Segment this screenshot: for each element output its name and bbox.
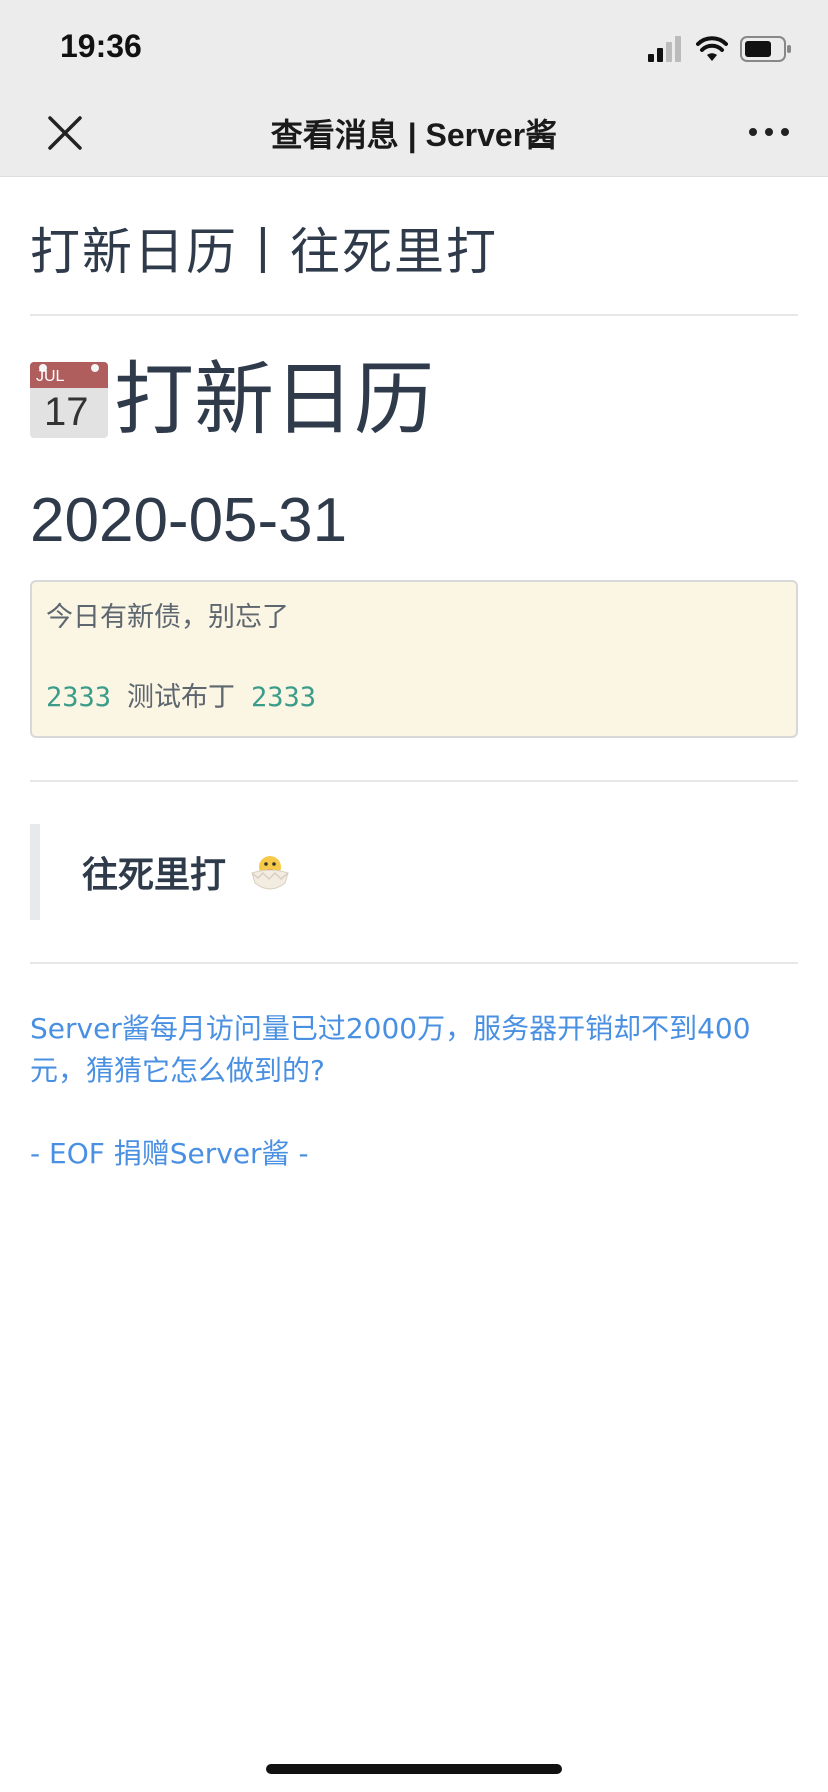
home-indicator[interactable]	[266, 1764, 562, 1774]
page-title: 查看消息 | Server酱	[270, 117, 558, 153]
notice-text: 今日有新债，别忘了	[46, 602, 289, 633]
quote-content: 往死里打	[82, 846, 293, 898]
more-icon[interactable]	[748, 120, 790, 144]
bond-row: 2333 测试布丁 2333	[46, 678, 782, 718]
status-icons	[648, 34, 792, 64]
status-bar: 19:36	[0, 0, 828, 90]
notice-box: 今日有新债，别忘了 2333 测试布丁 2333	[30, 580, 798, 738]
message-heading-text: 打新日历	[114, 353, 434, 446]
wifi-icon	[696, 36, 728, 61]
message-date: 2020-05-31	[30, 486, 348, 555]
status-time: 19:36	[60, 28, 142, 64]
message-content: 打新日历丨往死里打 JUL 17 打新日历 2020-05-31 今日有新债，别…	[30, 176, 798, 1172]
bond-code-secondary: 2333	[251, 682, 317, 713]
promo-link[interactable]: Server酱每月访问量已过2000万，服务器开销却不到400元，猜猜它怎么做到…	[30, 1008, 798, 1092]
message-heading: JUL 17 打新日历	[30, 360, 798, 440]
divider	[30, 962, 798, 964]
close-icon[interactable]	[44, 112, 86, 154]
battery-icon	[740, 36, 791, 62]
calendar-month: JUL	[36, 368, 65, 385]
donate-link[interactable]: - EOF 捐赠Server酱 -	[30, 1132, 798, 1172]
bond-name: 测试布丁	[127, 682, 236, 713]
quote-block: 往死里打	[30, 824, 798, 920]
message-subject: 打新日历丨往死里打	[30, 212, 798, 316]
bond-code: 2333	[46, 682, 112, 713]
signal-icon	[648, 36, 681, 62]
calendar-icon: JUL 17	[30, 362, 108, 438]
hatching-chick-icon	[250, 856, 289, 890]
calendar-day: 17	[44, 390, 89, 434]
divider	[30, 780, 798, 782]
quote-text: 往死里打	[82, 855, 227, 896]
nav-bar: 查看消息 | Server酱	[0, 90, 828, 177]
